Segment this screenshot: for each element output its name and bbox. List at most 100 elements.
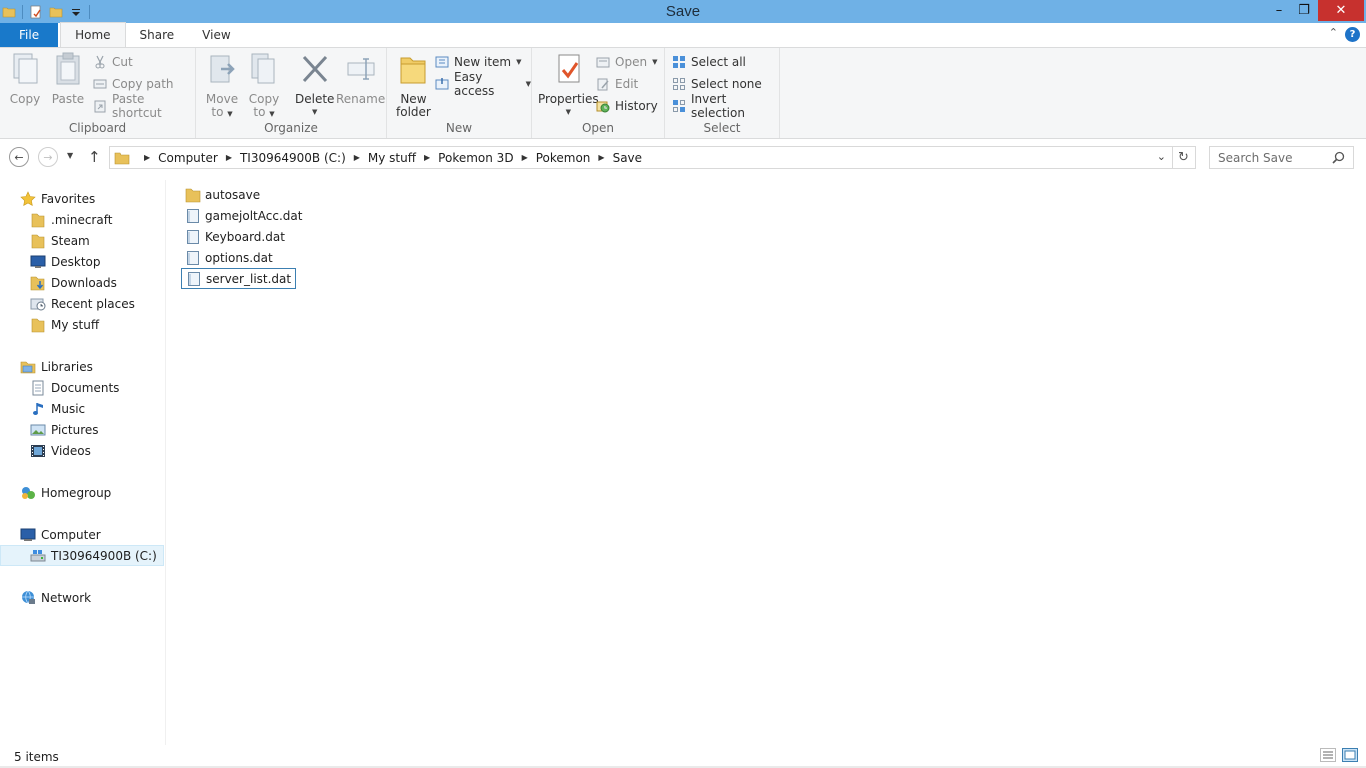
restore-button[interactable]: ❐	[1291, 0, 1317, 21]
nav-homegroup[interactable]: Homegroup	[0, 482, 164, 503]
easy-access-button[interactable]: Easy access ▼	[435, 70, 531, 98]
nav-item-label: Pictures	[51, 422, 99, 437]
delete-label: Delete	[295, 92, 335, 106]
copy-button[interactable]: Copy	[8, 52, 42, 106]
forward-button[interactable]: →	[38, 147, 58, 167]
nav-item-steam[interactable]: Steam	[0, 230, 164, 251]
breadcrumb-computer[interactable]: Computer	[158, 151, 218, 165]
properties-button[interactable]: Properties ▼	[538, 52, 599, 119]
copy-path-icon	[93, 77, 107, 91]
minimize-button[interactable]: –	[1266, 0, 1292, 21]
list-item-selected[interactable]: server_list.dat	[181, 268, 297, 289]
breadcrumb-chevron-icon[interactable]: ▶	[522, 153, 528, 162]
nav-item-label: TI30964900B (C:)	[51, 548, 157, 563]
list-item[interactable]: gamejoltAcc.dat	[181, 205, 306, 226]
properties-dropdown-icon[interactable]: ▼	[566, 106, 571, 119]
breadcrumb-chevron-icon[interactable]: ▶	[354, 153, 360, 162]
network-icon	[20, 590, 36, 606]
music-note-icon	[30, 401, 46, 417]
file-icon	[185, 208, 201, 224]
list-item[interactable]: options.dat	[181, 247, 277, 268]
nav-item-minecraft[interactable]: .minecraft	[0, 209, 164, 230]
move-to-button[interactable]: Move to ▼	[205, 52, 239, 121]
help-icon[interactable]: ?	[1345, 27, 1360, 42]
nav-item-videos[interactable]: Videos	[0, 440, 164, 461]
address-bar[interactable]: ▶ Computer ▶ TI30964900B (C:) ▶ My stuff…	[109, 146, 1173, 169]
list-item[interactable]: autosave	[181, 184, 264, 205]
nav-libraries-label: Libraries	[41, 359, 93, 374]
list-item[interactable]: Keyboard.dat	[181, 226, 289, 247]
nav-item-my-stuff[interactable]: My stuff	[0, 314, 164, 335]
address-history-chevron-down-icon[interactable]: ⌄	[1157, 150, 1166, 163]
paste-button[interactable]: Paste	[51, 52, 85, 106]
close-button[interactable]: ✕	[1318, 0, 1364, 21]
breadcrumb-chevron-icon[interactable]: ▶	[424, 153, 430, 162]
invert-selection-button[interactable]: Invert selection	[672, 92, 779, 120]
new-group: New folder New item ▼ Easy access ▼ New	[387, 48, 532, 138]
rename-label: Rename	[336, 92, 386, 106]
select-none-icon	[672, 77, 686, 91]
select-group-label: Select	[703, 121, 741, 135]
select-none-button[interactable]: Select none	[672, 74, 762, 94]
delete-button[interactable]: Delete ▼	[295, 52, 334, 119]
nav-item-documents[interactable]: Documents	[0, 377, 164, 398]
tab-share[interactable]: Share	[126, 23, 189, 47]
refresh-button[interactable]: ↻	[1172, 146, 1196, 169]
collapse-ribbon-icon[interactable]: ⌃	[1329, 26, 1338, 39]
new-folder-button[interactable]: New folder	[396, 52, 431, 119]
copy-to-button[interactable]: Copy to ▼	[247, 52, 281, 121]
breadcrumb-my-stuff[interactable]: My stuff	[368, 151, 416, 165]
large-icons-view-icon[interactable]	[1342, 748, 1358, 762]
nav-item-drive-c[interactable]: TI30964900B (C:)	[0, 545, 164, 566]
invert-selection-label: Invert selection	[691, 92, 745, 120]
file-name: Keyboard.dat	[205, 229, 285, 244]
edit-button[interactable]: Edit	[596, 74, 638, 94]
breadcrumb-drive-c[interactable]: TI30964900B (C:)	[240, 151, 346, 165]
history-button[interactable]: History	[596, 96, 658, 116]
paste-shortcut-button[interactable]: Paste shortcut	[93, 92, 195, 120]
nav-item-music[interactable]: Music	[0, 398, 164, 419]
breadcrumb-chevron-icon[interactable]: ▶	[144, 153, 150, 162]
new-group-label: New	[445, 121, 473, 135]
search-icon[interactable]	[1332, 151, 1345, 167]
nav-item-label: My stuff	[51, 317, 100, 332]
nav-network[interactable]: Network	[0, 587, 164, 608]
cut-button[interactable]: Cut	[93, 52, 133, 72]
copy-icon	[8, 52, 42, 86]
address-folder-icon	[114, 150, 130, 166]
search-input[interactable]	[1218, 150, 1333, 165]
rename-button[interactable]: Rename	[336, 52, 385, 106]
open-button[interactable]: Open ▼	[596, 52, 657, 72]
file-name: server_list.dat	[206, 271, 292, 286]
breadcrumb-save[interactable]: Save	[613, 151, 642, 165]
nav-item-downloads[interactable]: Downloads	[0, 272, 164, 293]
delete-x-icon	[298, 52, 332, 86]
tab-home[interactable]: Home	[60, 22, 126, 47]
rename-icon	[344, 52, 378, 86]
nav-item-recent-places[interactable]: Recent places	[0, 293, 164, 314]
delete-dropdown-icon[interactable]: ▼	[312, 106, 317, 119]
nav-libraries[interactable]: Libraries	[0, 356, 164, 377]
copy-path-button[interactable]: Copy path	[93, 74, 174, 94]
tab-file[interactable]: File	[0, 23, 59, 47]
tab-view[interactable]: View	[188, 23, 244, 47]
select-all-button[interactable]: Select all	[672, 52, 746, 72]
breadcrumb-chevron-icon[interactable]: ▶	[598, 153, 604, 162]
nav-computer[interactable]: Computer	[0, 524, 164, 545]
up-arrow-icon[interactable]: ↑	[88, 148, 101, 166]
recent-locations-dropdown-icon[interactable]: ▼	[67, 151, 73, 160]
nav-item-desktop[interactable]: Desktop	[0, 251, 164, 272]
history-icon	[596, 99, 610, 113]
search-box[interactable]	[1209, 146, 1354, 169]
homegroup-icon	[20, 485, 36, 501]
nav-favorites[interactable]: Favorites	[0, 188, 164, 209]
breadcrumb-pokemon-3d[interactable]: Pokemon 3D	[438, 151, 513, 165]
nav-item-pictures[interactable]: Pictures	[0, 419, 164, 440]
details-view-icon[interactable]	[1320, 748, 1336, 762]
new-item-button[interactable]: New item ▼	[435, 52, 522, 72]
move-to-icon	[205, 52, 239, 86]
breadcrumb-chevron-icon[interactable]: ▶	[226, 153, 232, 162]
breadcrumb-pokemon[interactable]: Pokemon	[536, 151, 591, 165]
libraries-icon	[20, 359, 36, 375]
back-button[interactable]: ←	[9, 147, 29, 167]
